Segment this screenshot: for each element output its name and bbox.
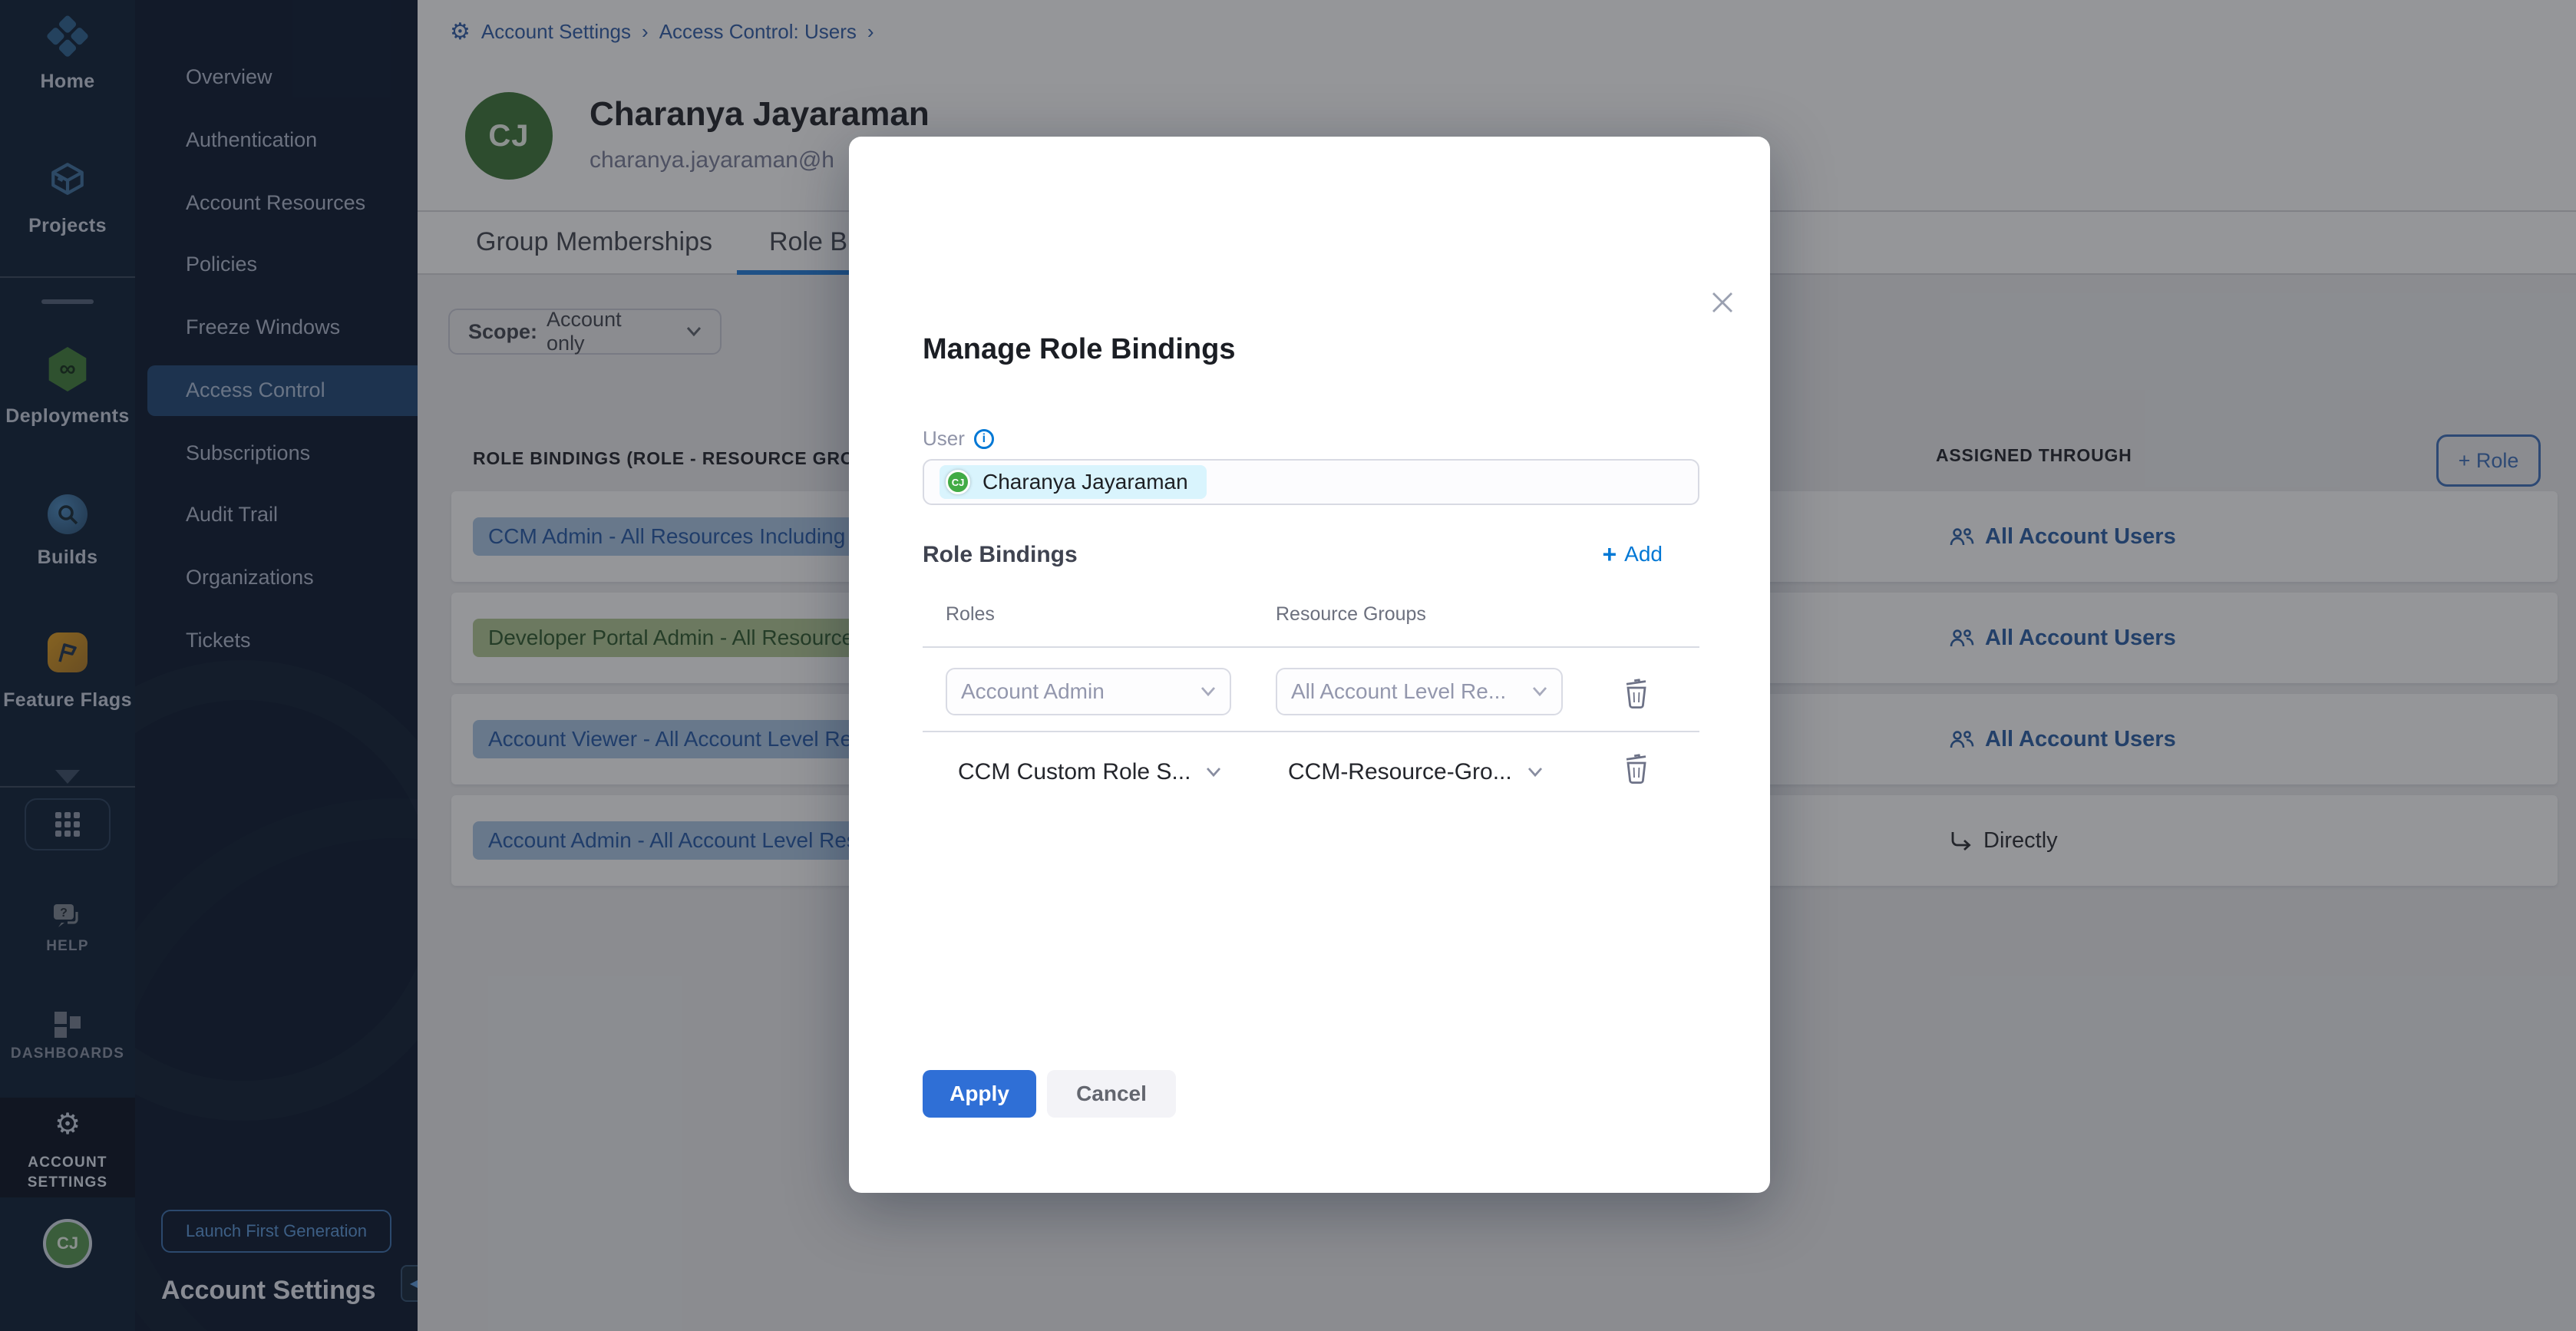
- delete-role-binding-button[interactable]: [1621, 751, 1652, 784]
- resource-group-select-disabled[interactable]: All Account Level Re...: [1276, 668, 1563, 715]
- chevron-down-icon: [1206, 767, 1221, 778]
- user-field[interactable]: CJ Charanya Jayaraman: [923, 459, 1699, 505]
- close-icon[interactable]: [1709, 289, 1736, 316]
- column-header-resource-groups: Resource Groups: [1276, 603, 1426, 626]
- app-window: Home Projects ∞ Deployments Builds: [0, 0, 2576, 1331]
- plus-icon: +: [1602, 542, 1617, 566]
- delete-role-binding-button[interactable]: [1621, 675, 1652, 709]
- add-role-binding-button[interactable]: + Add: [1602, 542, 1663, 566]
- divider: [923, 646, 1699, 648]
- column-header-roles: Roles: [946, 603, 995, 626]
- info-icon[interactable]: i: [974, 429, 994, 449]
- user-field-label: User i: [923, 427, 994, 451]
- role-select[interactable]: CCM Custom Role S...: [958, 752, 1221, 792]
- cancel-button[interactable]: Cancel: [1047, 1070, 1176, 1118]
- manage-role-bindings-modal: Manage Role Bindings User i CJ Charanya …: [849, 137, 1770, 1193]
- chevron-down-icon: [1527, 767, 1543, 778]
- apply-button[interactable]: Apply: [923, 1070, 1036, 1118]
- divider: [923, 731, 1699, 732]
- role-select-disabled[interactable]: Account Admin: [946, 668, 1231, 715]
- modal-title: Manage Role Bindings: [923, 333, 1235, 366]
- chevron-down-icon: [1200, 686, 1216, 697]
- resource-group-select[interactable]: CCM-Resource-Gro...: [1288, 752, 1543, 792]
- user-chip[interactable]: CJ Charanya Jayaraman: [940, 465, 1207, 499]
- role-bindings-section-title: Role Bindings: [923, 542, 1078, 568]
- chip-avatar: CJ: [946, 470, 970, 494]
- chevron-down-icon: [1532, 686, 1547, 697]
